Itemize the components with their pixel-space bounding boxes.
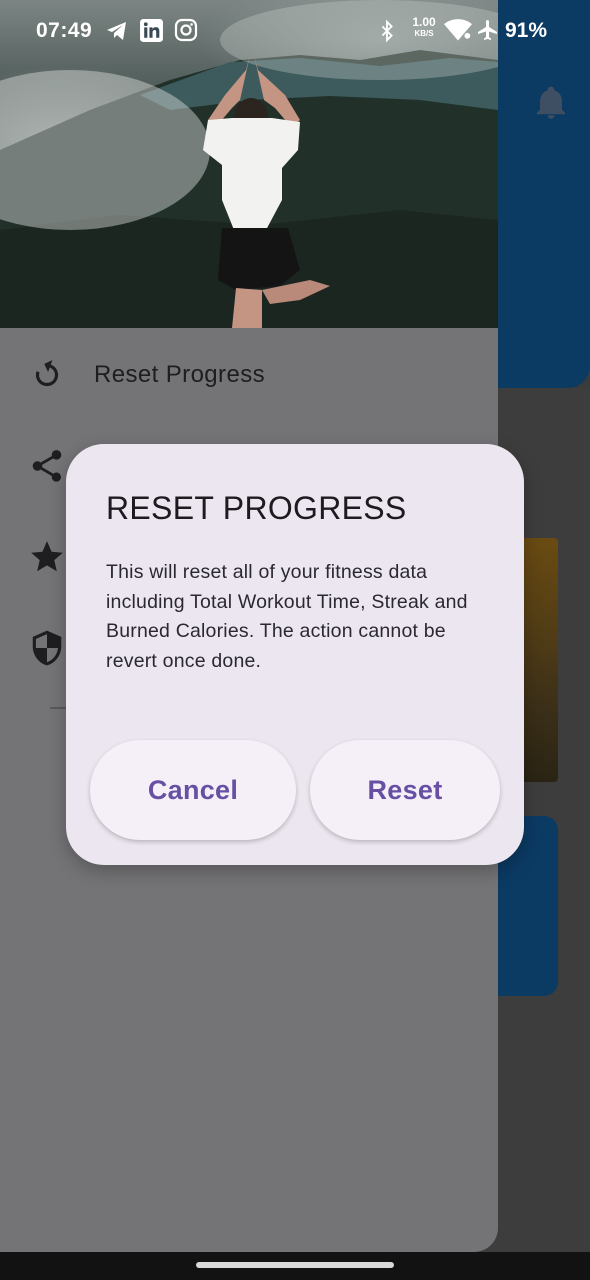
cancel-button[interactable]: Cancel <box>90 740 296 840</box>
network-speed-value: 1.00 <box>412 15 436 29</box>
instagram-icon <box>174 18 198 42</box>
wifi-icon <box>444 19 472 41</box>
shield-icon <box>32 630 62 666</box>
network-speed-unit: KB/S <box>414 29 434 38</box>
status-time: 07:49 <box>36 19 93 42</box>
notification-bell-icon <box>537 86 565 119</box>
battery-level: 91% <box>505 19 548 42</box>
star-icon <box>31 541 63 572</box>
reset-progress-dialog: RESET PROGRESS This will reset all of yo… <box>66 444 524 865</box>
linkedin-icon <box>140 19 163 42</box>
home-indicator[interactable] <box>196 1262 394 1268</box>
status-bar: 07:49 1.00 KB/S 91% <box>0 0 590 60</box>
drawer-item-reset-progress[interactable]: Reset Progress <box>0 340 498 410</box>
telegram-icon <box>107 22 126 40</box>
airplane-mode-icon <box>478 20 497 40</box>
network-speed: 1.00 KB/S <box>408 15 440 39</box>
dialog-message: This will reset all of your fitness data… <box>106 561 468 672</box>
reset-button[interactable]: Reset <box>310 740 500 840</box>
reset-icon <box>35 360 59 387</box>
share-icon <box>32 450 62 482</box>
dialog-title: RESET PROGRESS <box>106 490 407 526</box>
drawer-item-label: Reset Progress <box>94 361 265 388</box>
bluetooth-icon <box>381 19 393 43</box>
